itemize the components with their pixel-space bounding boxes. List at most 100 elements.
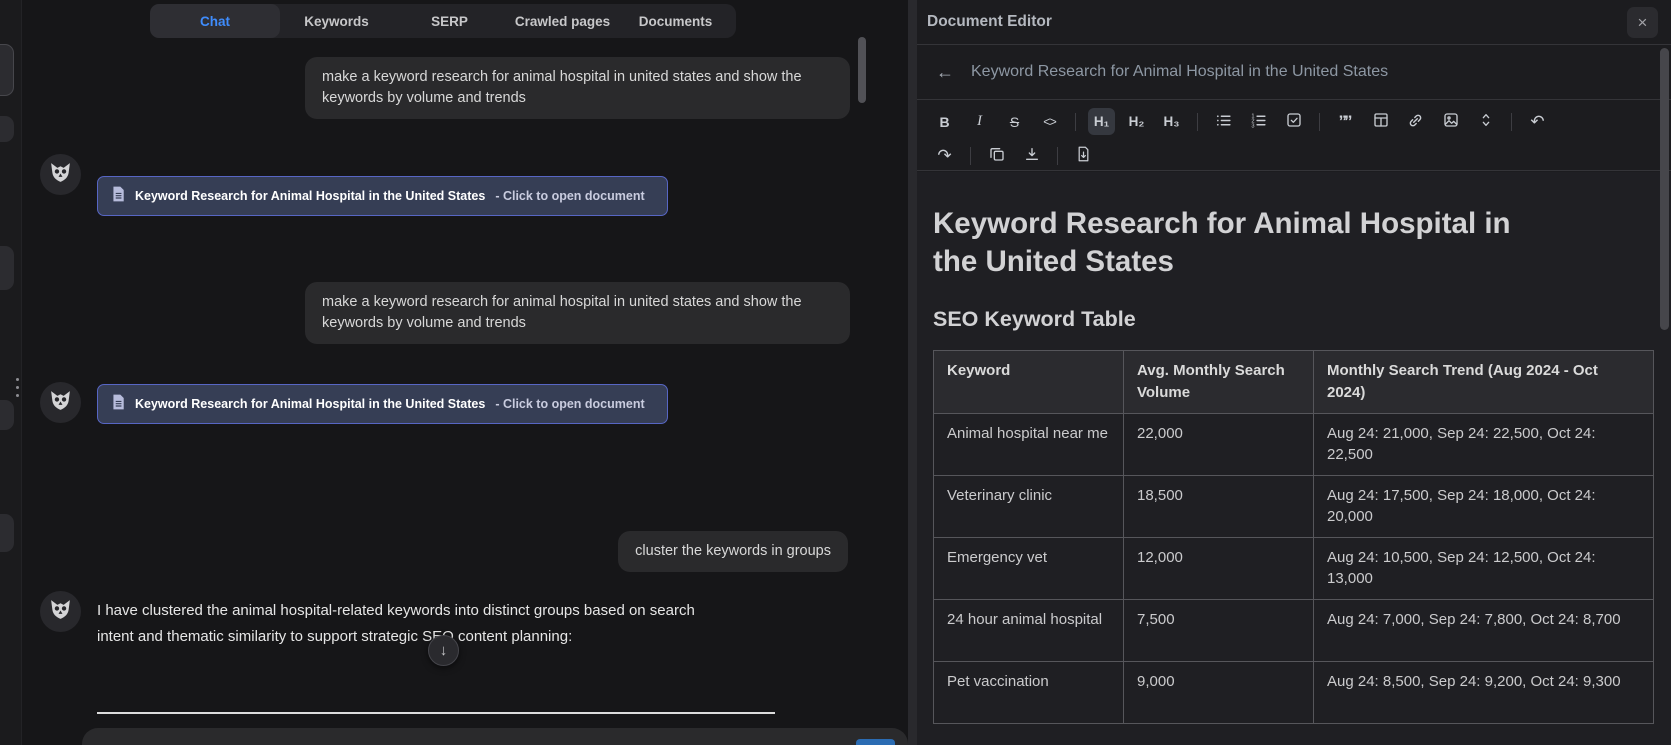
undo-button[interactable]: ↶ [1524, 108, 1551, 135]
document-link-card[interactable]: Keyword Research for Animal Hospital in … [97, 176, 668, 216]
image-button[interactable] [1437, 108, 1464, 135]
table-cell[interactable]: Aug 24: 17,500, Sep 24: 18,000, Oct 24: … [1313, 475, 1654, 538]
tab-chat[interactable]: Chat [150, 4, 280, 38]
document-icon [111, 394, 125, 415]
bullet-list-button[interactable] [1210, 108, 1237, 135]
toolbar-separator [1319, 112, 1320, 131]
down-arrow-icon: ↓ [439, 642, 448, 659]
document-canvas[interactable]: Keyword Research for Animal Hospital in … [917, 172, 1671, 745]
h1-button[interactable]: H₁ [1088, 108, 1115, 135]
table-cell[interactable]: 24 hour animal hospital [933, 599, 1124, 662]
chat-panel: Chat Keywords SERP Crawled pages Documen… [22, 0, 908, 745]
rail-item[interactable] [0, 246, 14, 290]
copy-button[interactable] [983, 142, 1010, 169]
table-cell[interactable]: 18,500 [1123, 475, 1314, 538]
table-row: Veterinary clinic 18,500 Aug 24: 17,500,… [933, 475, 1654, 538]
editor-scrollbar-thumb[interactable] [1660, 48, 1669, 330]
table-cell[interactable]: Emergency vet [933, 537, 1124, 600]
assistant-message: I have clustered the animal hospital-rel… [97, 602, 695, 645]
table-header-cell[interactable]: Avg. Monthly Search Volume [1123, 350, 1314, 414]
task-list-button[interactable] [1280, 108, 1307, 135]
document-link-title: Keyword Research for Animal Hospital in … [135, 189, 486, 203]
user-message: make a keyword research for animal hospi… [305, 57, 850, 119]
table-cell[interactable]: Aug 24: 8,500, Sep 24: 9,200, Oct 24: 9,… [1313, 661, 1654, 724]
italic-button[interactable]: I [966, 108, 993, 135]
document-subheading[interactable]: SEO Keyword Table [933, 307, 1671, 332]
document-heading[interactable]: Keyword Research for Animal Hospital in … [933, 205, 1543, 281]
document-link-card[interactable]: Keyword Research for Animal Hospital in … [97, 384, 668, 424]
back-button[interactable]: ← [936, 62, 954, 83]
tab-documents[interactable]: Documents [619, 4, 732, 38]
owl-logo-icon [48, 160, 73, 190]
table-cell[interactable]: 9,000 [1123, 661, 1314, 724]
redo-button[interactable]: ↷ [931, 142, 958, 169]
chat-scrollbar-thumb[interactable] [858, 37, 866, 103]
table-button[interactable] [1367, 108, 1394, 135]
message-divider [97, 712, 775, 714]
document-icon [111, 186, 125, 207]
image-icon [1443, 112, 1459, 131]
document-link-title: Keyword Research for Animal Hospital in … [135, 397, 486, 411]
table-cell[interactable]: Pet vaccination [933, 661, 1124, 724]
rail-item[interactable] [0, 514, 14, 552]
h2-button[interactable]: H₂ [1123, 108, 1150, 135]
rail-item[interactable] [0, 44, 14, 96]
export-pdf-button[interactable] [1070, 142, 1097, 169]
table-row: Pet vaccination 9,000 Aug 24: 8,500, Sep… [933, 661, 1654, 724]
chat-input-bar[interactable] [82, 728, 908, 745]
document-link-action: - Click to open document [495, 397, 645, 411]
ordered-list-icon: 123 [1250, 112, 1267, 132]
strikethrough-button[interactable]: S [1001, 108, 1028, 135]
scroll-to-bottom-button[interactable]: ↓ [428, 635, 459, 666]
table-header-cell[interactable]: Keyword [933, 350, 1124, 414]
bullet-list-icon [1215, 112, 1232, 132]
rail-item[interactable] [0, 400, 14, 430]
download-button[interactable] [1018, 142, 1045, 169]
bold-button[interactable]: B [931, 108, 958, 135]
table-cell[interactable]: 12,000 [1123, 537, 1314, 600]
close-button[interactable]: × [1627, 7, 1658, 38]
owl-logo-icon [48, 597, 73, 627]
table-row: Animal hospital near me 22,000 Aug 24: 2… [933, 413, 1654, 476]
link-button[interactable] [1402, 108, 1429, 135]
panel-divider[interactable] [908, 0, 917, 745]
user-message: cluster the keywords in groups [618, 531, 848, 572]
toolbar-separator [1511, 112, 1512, 131]
document-editor-panel: Document Editor × ← Keyword Research for… [917, 0, 1671, 745]
copy-icon [989, 146, 1005, 165]
export-file-icon [1076, 146, 1091, 165]
table-cell[interactable]: Veterinary clinic [933, 475, 1124, 538]
left-rail [0, 0, 22, 745]
table-cell[interactable]: Aug 24: 10,500, Sep 24: 12,500, Oct 24: … [1313, 537, 1654, 600]
svg-text:3: 3 [1251, 123, 1254, 128]
tab-crawled-pages[interactable]: Crawled pages [506, 4, 619, 38]
table-header-cell[interactable]: Monthly Search Trend (Aug 2024 - Oct 202… [1313, 350, 1654, 414]
toolbar-row-1: B I S <> H₁ H₂ H₃ 123 ”” ↶ [927, 106, 1671, 137]
rail-item[interactable] [0, 116, 14, 142]
table-row: Emergency vet 12,000 Aug 24: 10,500, Sep… [933, 537, 1654, 600]
toolbar-row-2: ↷ [927, 140, 1671, 171]
code-button[interactable]: <> [1036, 108, 1063, 135]
table-cell[interactable]: Animal hospital near me [933, 413, 1124, 476]
send-button[interactable] [856, 739, 895, 745]
tab-bar: Chat Keywords SERP Crawled pages Documen… [150, 4, 736, 38]
assistant-avatar [40, 382, 81, 423]
tab-serp[interactable]: SERP [393, 4, 506, 38]
horizontal-rule-button[interactable] [1472, 108, 1499, 135]
table-cell[interactable]: Aug 24: 21,000, Sep 24: 22,500, Oct 24: … [1313, 413, 1654, 476]
tab-keywords[interactable]: Keywords [280, 4, 393, 38]
table-cell[interactable]: 7,500 [1123, 599, 1314, 662]
ordered-list-button[interactable]: 123 [1245, 108, 1272, 135]
keyword-table: Keyword Avg. Monthly Search Volume Month… [933, 350, 1654, 724]
panel-title: Document Editor [927, 13, 1052, 30]
user-message: make a keyword research for animal hospi… [305, 282, 850, 344]
table-cell[interactable]: Aug 24: 7,000, Sep 24: 7,800, Oct 24: 8,… [1313, 599, 1654, 662]
link-icon [1407, 112, 1424, 132]
editor-subheader: ← Keyword Research for Animal Hospital i… [917, 45, 1671, 100]
h3-button[interactable]: H₃ [1158, 108, 1185, 135]
editor-header: Document Editor × [917, 0, 1671, 45]
table-cell[interactable]: 22,000 [1123, 413, 1314, 476]
table-icon [1373, 112, 1389, 131]
task-list-icon [1286, 112, 1302, 131]
blockquote-button[interactable]: ”” [1332, 108, 1359, 135]
